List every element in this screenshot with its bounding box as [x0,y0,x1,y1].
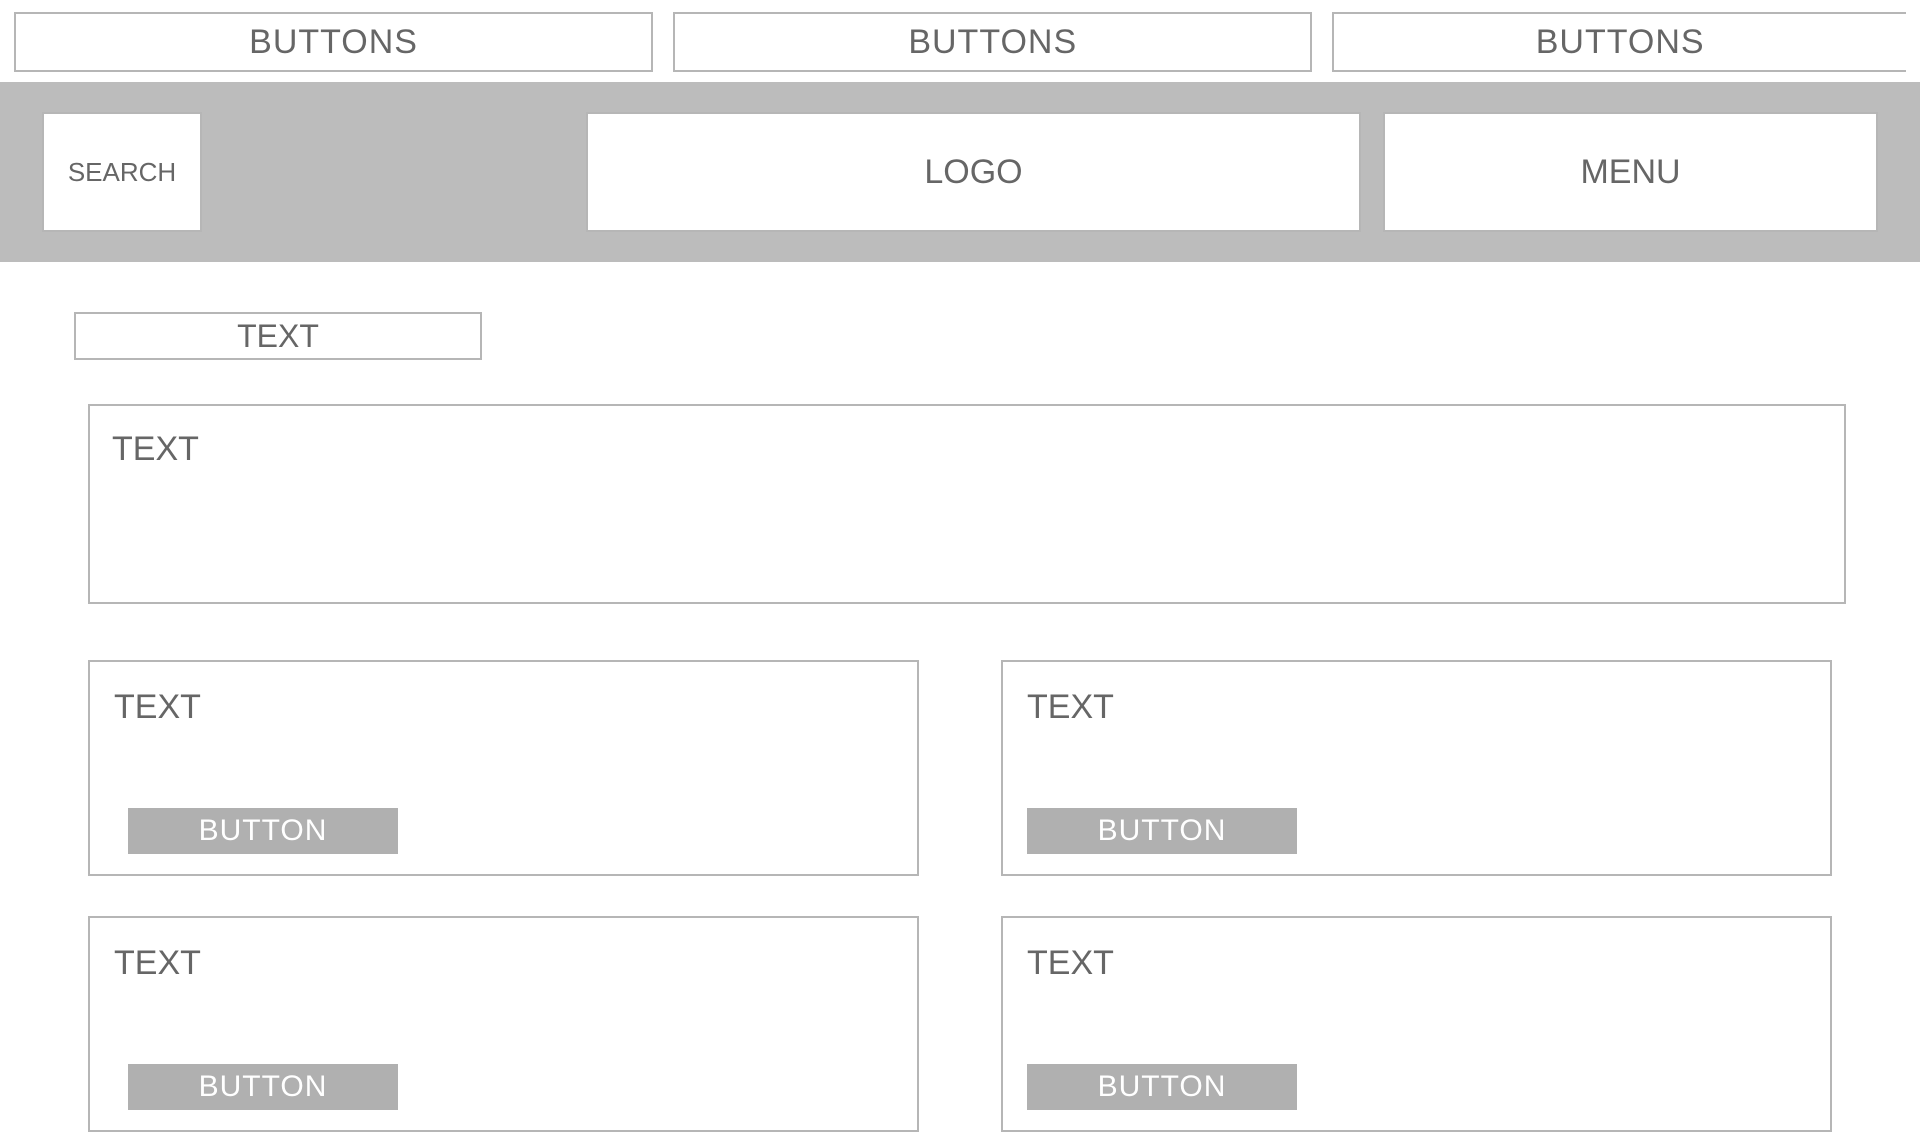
card-button[interactable]: BUTTON [128,808,398,854]
top-buttons-row: BUTTONS BUTTONS BUTTONS [0,0,1920,82]
card-button[interactable]: BUTTON [1027,808,1297,854]
card-button[interactable]: BUTTON [1027,1064,1297,1110]
card-4: TEXT BUTTON [1001,916,1832,1132]
top-button-3[interactable]: BUTTONS [1332,12,1906,72]
menu-button[interactable]: MENU [1383,112,1878,232]
card-text: TEXT [114,944,893,983]
card-text: TEXT [1027,944,1806,983]
card-2: TEXT BUTTON [1001,660,1832,876]
small-text-label: TEXT [74,312,482,360]
card-button[interactable]: BUTTON [128,1064,398,1110]
top-button-2[interactable]: BUTTONS [673,12,1312,72]
wide-text-block: TEXT [88,404,1846,604]
card-1: TEXT BUTTON [88,660,919,876]
card-text: TEXT [114,688,893,727]
card-text: TEXT [1027,688,1806,727]
top-button-1[interactable]: BUTTONS [14,12,653,72]
header-bar: SEARCH LOGO MENU [0,82,1920,262]
logo: LOGO [586,112,1361,232]
content-area: TEXT TEXT TEXT BUTTON TEXT BUTTON TEXT B… [0,262,1920,1132]
card-3: TEXT BUTTON [88,916,919,1132]
card-grid: TEXT BUTTON TEXT BUTTON TEXT BUTTON TEXT… [88,660,1832,1132]
search-button[interactable]: SEARCH [42,112,202,232]
